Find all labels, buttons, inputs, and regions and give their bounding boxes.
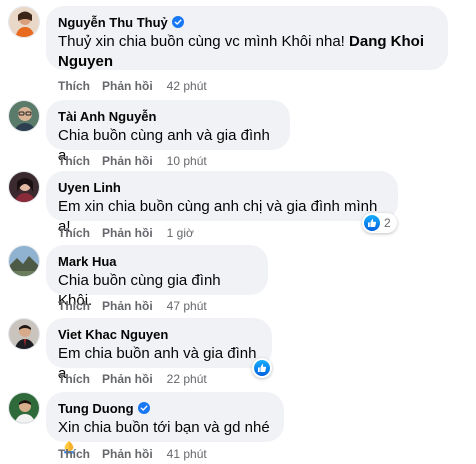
comment-item: Tung Duong Xin chia buồn tới bạn và gd n… [0,386,476,464]
comment-bubble: Tài Anh Nguyễn Chia buồn cùng anh và gia… [46,100,290,164]
comment-timestamp[interactable]: 41 phút [167,447,207,461]
commenter-name[interactable]: Mark Hua [58,254,117,269]
commenter-name[interactable]: Tung Duong [58,401,134,416]
commenter-name[interactable]: Uyen Linh [58,180,121,195]
avatar[interactable] [8,100,40,132]
comment-text-part: Thuỷ xin chia buồn cùng vc mình Khôi nha… [58,33,350,50]
comment-bubble: Nguyễn Thu Thuỷ Thuỷ xin chia buồn cùng … [46,6,448,70]
avatar[interactable] [8,245,40,277]
comment-actions: Thích Phản hồi 41 phút [58,446,207,462]
reply-button[interactable]: Phản hồi [102,372,153,386]
reaction-count: 2 [384,216,391,230]
comment-item: Nguyễn Thu Thuỷ Thuỷ xin chia buồn cùng … [0,0,476,96]
like-reaction-icon [364,215,380,231]
reply-button[interactable]: Phản hồi [102,154,153,168]
like-button[interactable]: Thích [58,299,90,313]
reply-button[interactable]: Phản hồi [102,447,153,461]
comment-item: Uyen Linh Em xin chia buồn cùng anh chị … [0,168,476,242]
commenter-name[interactable]: Tài Anh Nguyễn [58,109,156,124]
reply-button[interactable]: Phản hồi [102,226,153,240]
comment-bubble: Tung Duong Xin chia buồn tới bạn và gd n… [46,392,284,454]
reaction-summary[interactable] [252,358,272,378]
comment-text: Thuỷ xin chia buồn cùng vc mình Khôi nha… [58,32,436,72]
commenter-name[interactable]: Nguyễn Thu Thuỷ [58,15,168,30]
verified-badge-icon [137,402,150,414]
like-button[interactable]: Thích [58,226,90,240]
comment-timestamp[interactable]: 1 giờ [167,226,194,240]
comment-actions: Thích Phản hồi 22 phút [58,371,207,387]
like-reaction-icon [254,360,270,376]
comment-bubble: Viet Khac Nguyen Em chia buồn anh và gia… [46,318,272,382]
comment-item: Mark Hua Chia buồn cùng gia đình Khôi. T… [0,242,476,314]
verified-badge-icon [171,16,184,28]
reaction-summary[interactable]: 2 [362,213,397,233]
comment-timestamp[interactable]: 47 phút [167,299,207,313]
comment-actions: Thích Phản hồi 1 giờ [58,225,194,241]
reply-button[interactable]: Phản hồi [102,79,153,93]
like-button[interactable]: Thích [58,79,90,93]
avatar[interactable] [8,171,40,203]
comment-item: Viet Khac Nguyen Em chia buồn anh và gia… [0,314,476,386]
comment-bubble: Mark Hua Chia buồn cùng gia đình Khôi. [46,245,268,309]
avatar[interactable] [8,392,40,424]
comment-bubble: Uyen Linh Em xin chia buồn cùng anh chị … [46,171,398,235]
mention-link[interactable]: Dang Khoi [349,33,424,50]
comment-text-part: Xin chia buồn tới bạn và gd nhé [58,419,270,436]
like-button[interactable]: Thích [58,154,90,168]
like-button[interactable]: Thích [58,447,90,461]
comment-timestamp[interactable]: 10 phút [167,154,207,168]
avatar[interactable] [8,318,40,350]
comment-timestamp[interactable]: 42 phút [167,79,207,93]
comment-actions: Thích Phản hồi 42 phút [58,78,207,94]
reply-button[interactable]: Phản hồi [102,299,153,313]
mention-link[interactable]: Nguyen [58,53,113,70]
like-button[interactable]: Thích [58,372,90,386]
commenter-name[interactable]: Viet Khac Nguyen [58,327,168,342]
comment-item: Tài Anh Nguyễn Chia buồn cùng anh và gia… [0,96,476,168]
comment-timestamp[interactable]: 22 phút [167,372,207,386]
comment-actions: Thích Phản hồi 10 phút [58,153,207,169]
comment-actions: Thích Phản hồi 47 phút [58,298,207,314]
avatar[interactable] [8,6,40,38]
